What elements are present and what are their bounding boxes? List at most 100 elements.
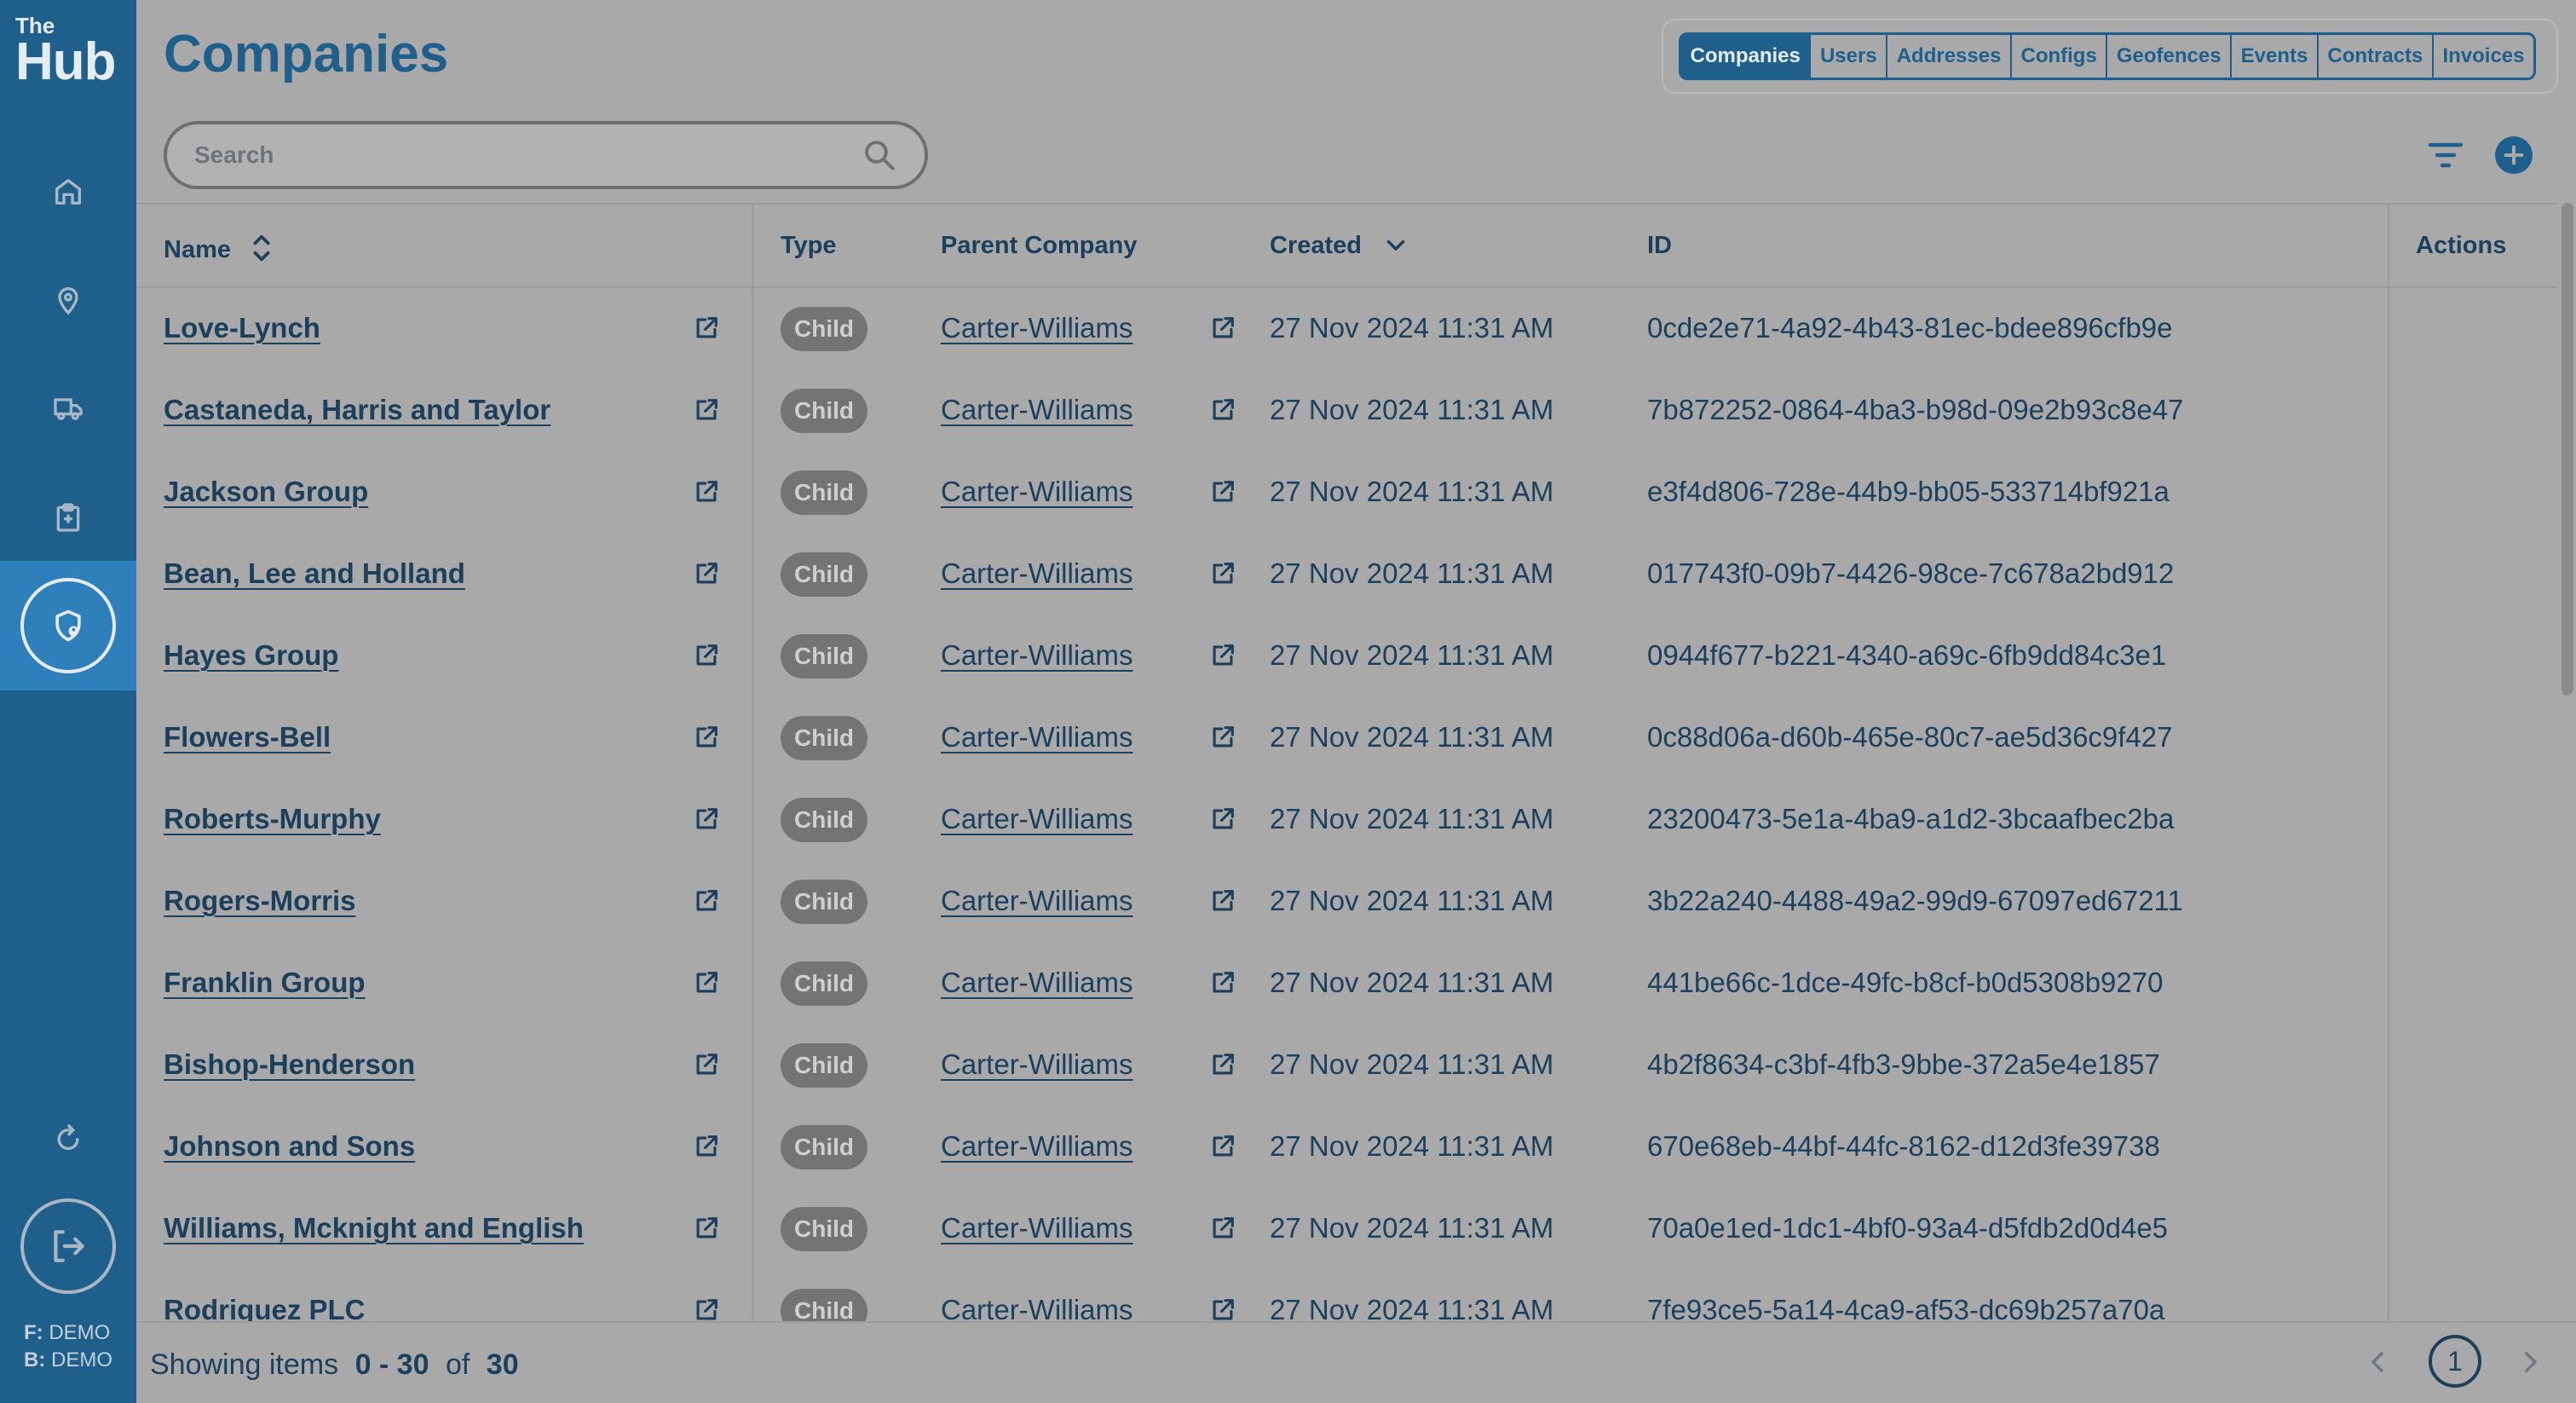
open-company-button[interactable] bbox=[692, 1132, 721, 1161]
open-parent-button[interactable] bbox=[1208, 968, 1237, 997]
external-link-icon bbox=[696, 1217, 717, 1238]
tab-events[interactable]: Events bbox=[2232, 35, 2319, 78]
parent-company-link[interactable]: Carter-Williams bbox=[941, 1294, 1133, 1321]
nav-home[interactable] bbox=[43, 166, 94, 217]
open-parent-button[interactable] bbox=[1208, 886, 1237, 915]
company-name-link[interactable]: Rodriguez PLC bbox=[164, 1294, 366, 1321]
open-parent-button[interactable] bbox=[1208, 395, 1237, 424]
parent-company-link[interactable]: Carter-Williams bbox=[941, 1212, 1133, 1244]
tab-companies[interactable]: Companies bbox=[1681, 35, 1812, 78]
table-row[interactable]: Williams, Mcknight and English Child Carte… bbox=[136, 1188, 2557, 1270]
company-name-link[interactable]: Love-Lynch bbox=[164, 312, 320, 344]
search-input[interactable] bbox=[194, 141, 862, 169]
parent-company-link[interactable]: Carter-Williams bbox=[941, 803, 1133, 835]
nav-vehicles[interactable] bbox=[43, 383, 94, 434]
open-company-button[interactable] bbox=[692, 1050, 721, 1079]
table-row[interactable]: Castaneda, Harris and Taylor Child Carter-… bbox=[136, 370, 2557, 452]
open-company-button[interactable] bbox=[692, 1214, 721, 1243]
company-name-link[interactable]: Bean, Lee and Holland bbox=[164, 557, 465, 590]
open-parent-button[interactable] bbox=[1208, 1214, 1237, 1243]
parent-company-link[interactable]: Carter-Williams bbox=[941, 639, 1133, 672]
open-company-button[interactable] bbox=[692, 559, 721, 588]
next-page-button[interactable] bbox=[2514, 1345, 2548, 1379]
nav-clipboard[interactable] bbox=[43, 492, 94, 543]
open-parent-button[interactable] bbox=[1208, 641, 1237, 670]
header-id: ID bbox=[1647, 232, 1672, 259]
open-parent-button[interactable] bbox=[1208, 477, 1237, 506]
table-row[interactable]: Bean, Lee and Holland Child Carter-William… bbox=[136, 534, 2557, 615]
filter-button[interactable] bbox=[2425, 136, 2466, 174]
open-parent-button[interactable] bbox=[1208, 1296, 1237, 1321]
table-row[interactable]: Bishop-Henderson Child Carter-Williams 27 N… bbox=[136, 1025, 2557, 1106]
page-number-current[interactable]: 1 bbox=[2429, 1335, 2481, 1388]
header-created[interactable]: Created bbox=[1270, 232, 1406, 260]
table-row[interactable]: Hayes Group Child Carter-Williams 27 Nov 20… bbox=[136, 615, 2557, 697]
app-logo[interactable]: The Hub bbox=[15, 14, 117, 89]
table-row[interactable]: Flowers-Bell Child Carter-Williams 27 Nov 2… bbox=[136, 697, 2557, 779]
company-name-link[interactable]: Flowers-Bell bbox=[164, 721, 331, 753]
parent-company-link[interactable]: Carter-Williams bbox=[941, 967, 1133, 999]
open-parent-button[interactable] bbox=[1208, 314, 1237, 343]
company-name-link[interactable]: Williams, Mcknight and English bbox=[164, 1212, 584, 1244]
search-box[interactable] bbox=[164, 121, 928, 189]
chevron-down-icon[interactable] bbox=[1386, 236, 1406, 253]
company-name-link[interactable]: Hayes Group bbox=[164, 639, 338, 672]
created-date: 27 Nov 2024 11:31 AM bbox=[1270, 312, 1554, 344]
open-company-button[interactable] bbox=[692, 641, 721, 670]
search-icon[interactable] bbox=[862, 137, 897, 173]
nav-locations[interactable] bbox=[43, 274, 94, 326]
open-parent-button[interactable] bbox=[1208, 559, 1237, 588]
table-row[interactable]: Franklin Group Child Carter-Williams 27 Nov… bbox=[136, 943, 2557, 1025]
tab-geofences[interactable]: Geofences bbox=[2107, 35, 2233, 78]
table-row[interactable]: Jackson Group Child Carter-Williams 27 Nov … bbox=[136, 452, 2557, 534]
prev-page-button[interactable] bbox=[2360, 1345, 2394, 1379]
open-company-button[interactable] bbox=[692, 968, 721, 997]
tab-contracts[interactable]: Contracts bbox=[2319, 35, 2434, 78]
clipboard-icon bbox=[56, 503, 80, 532]
open-company-button[interactable] bbox=[692, 805, 721, 834]
open-parent-button[interactable] bbox=[1208, 723, 1237, 752]
type-badge: Child bbox=[781, 716, 867, 760]
parent-company-link[interactable]: Carter-Williams bbox=[941, 721, 1133, 753]
parent-company-link[interactable]: Carter-Williams bbox=[941, 557, 1133, 590]
parent-company-link[interactable]: Carter-Williams bbox=[941, 394, 1133, 426]
parent-company-link[interactable]: Carter-Williams bbox=[941, 885, 1133, 917]
created-date: 27 Nov 2024 11:31 AM bbox=[1270, 639, 1554, 671]
company-name-link[interactable]: Roberts-Murphy bbox=[164, 803, 381, 835]
table-row[interactable]: Rodriguez PLC Child Carter-Williams 27 Nov … bbox=[136, 1270, 2557, 1321]
open-company-button[interactable] bbox=[692, 886, 721, 915]
nav-companies-active[interactable] bbox=[0, 561, 136, 690]
parent-company-link[interactable]: Carter-Williams bbox=[941, 1048, 1133, 1081]
company-name-link[interactable]: Rogers-Morris bbox=[164, 885, 356, 917]
table-row[interactable]: Love-Lynch Child Carter-Williams 27 Nov 202… bbox=[136, 288, 2557, 370]
open-company-button[interactable] bbox=[692, 477, 721, 506]
table-row[interactable]: Roberts-Murphy Child Carter-Williams 27 Nov… bbox=[136, 779, 2557, 861]
tab-addresses[interactable]: Addresses bbox=[1887, 35, 2012, 78]
parent-company-link[interactable]: Carter-Williams bbox=[941, 476, 1133, 508]
open-parent-button[interactable] bbox=[1208, 1050, 1237, 1079]
company-name-link[interactable]: Johnson and Sons bbox=[164, 1130, 415, 1163]
tab-configs[interactable]: Configs bbox=[2012, 35, 2108, 78]
open-company-button[interactable] bbox=[692, 395, 721, 424]
company-name-link[interactable]: Castaneda, Harris and Taylor bbox=[164, 394, 550, 426]
open-company-button[interactable] bbox=[692, 314, 721, 343]
header-name[interactable]: Name bbox=[164, 232, 274, 264]
open-parent-button[interactable] bbox=[1208, 805, 1237, 834]
open-parent-button[interactable] bbox=[1208, 1132, 1237, 1161]
company-name-link[interactable]: Bishop-Henderson bbox=[164, 1048, 415, 1081]
table-row[interactable]: Johnson and Sons Child Carter-Williams 27 N… bbox=[136, 1106, 2557, 1188]
open-company-button[interactable] bbox=[692, 723, 721, 752]
company-name-link[interactable]: Franklin Group bbox=[164, 967, 366, 999]
logout-button[interactable] bbox=[20, 1198, 116, 1294]
parent-company-link[interactable]: Carter-Williams bbox=[941, 1130, 1133, 1163]
add-company-button[interactable] bbox=[2495, 136, 2533, 174]
open-company-button[interactable] bbox=[692, 1296, 721, 1321]
nav-refresh[interactable] bbox=[43, 1112, 94, 1163]
tab-invoices[interactable]: Invoices bbox=[2434, 35, 2533, 78]
table-row[interactable]: Rogers-Morris Child Carter-Williams 27 Nov … bbox=[136, 861, 2557, 943]
tab-users[interactable]: Users bbox=[1811, 35, 1888, 78]
parent-company-link[interactable]: Carter-Williams bbox=[941, 312, 1133, 344]
company-name-link[interactable]: Jackson Group bbox=[164, 476, 368, 508]
table-scrollbar[interactable] bbox=[2562, 203, 2573, 696]
sort-icon[interactable] bbox=[250, 232, 274, 264]
